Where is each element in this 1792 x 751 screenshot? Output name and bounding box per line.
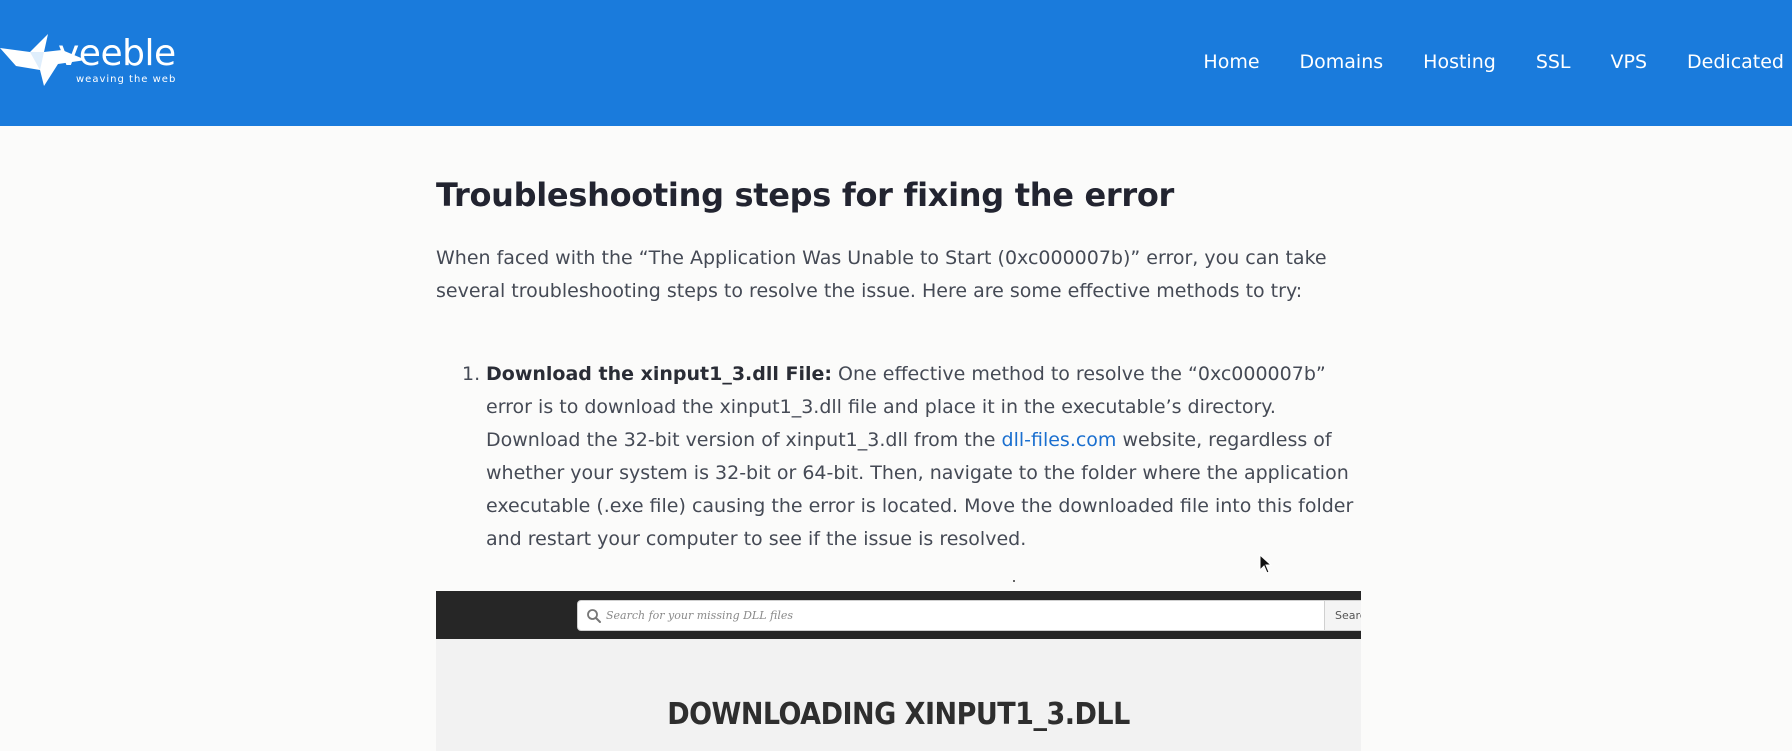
stray-dot: [1013, 580, 1015, 582]
nav-ssl[interactable]: SSL: [1496, 48, 1571, 76]
search-icon: [587, 609, 601, 623]
logo-tagline: weaving the web: [76, 74, 177, 85]
embed-search-button: Search: [1324, 601, 1361, 630]
section-heading: Troubleshooting steps for fixing the err…: [436, 176, 1174, 214]
article-content: Troubleshooting steps for fixing the err…: [436, 170, 1361, 556]
mouse-cursor-icon: [1259, 554, 1273, 574]
embed-search-placeholder: Search for your missing DLL files: [606, 609, 794, 622]
steps-list: 1. Download the xinput1_3.dll File: One …: [436, 358, 1361, 556]
nav-domains[interactable]: Domains: [1260, 48, 1384, 76]
nav-dedicated[interactable]: Dedicated: [1647, 48, 1792, 76]
dll-files-link[interactable]: dll-files.com: [1002, 429, 1117, 451]
nav-home[interactable]: Home: [1163, 48, 1259, 76]
step-item: 1. Download the xinput1_3.dll File: One …: [436, 358, 1361, 556]
main-nav: Home Domains Hosting SSL VPS Dedicated: [1163, 48, 1792, 76]
embedded-screenshot: Search for your missing DLL files Search…: [436, 591, 1361, 751]
step-title: Download the xinput1_3.dll File:: [486, 363, 833, 385]
intro-paragraph: When faced with the “The Application Was…: [436, 247, 1327, 302]
embed-heading: DOWNLOADING XINPUT1_3.DLL: [667, 697, 1130, 732]
site-header: veeble weaving the web Home Domains Host…: [0, 0, 1792, 126]
nav-vps[interactable]: VPS: [1571, 48, 1648, 76]
step-number: 1.: [462, 363, 481, 385]
nav-hosting[interactable]: Hosting: [1383, 48, 1496, 76]
embed-top-bar: Search for your missing DLL files Search: [436, 591, 1361, 639]
embed-search-box: Search for your missing DLL files Search: [577, 600, 1361, 631]
logo-wordmark: veeble: [58, 33, 176, 74]
site-logo[interactable]: veeble weaving the web: [0, 30, 180, 92]
